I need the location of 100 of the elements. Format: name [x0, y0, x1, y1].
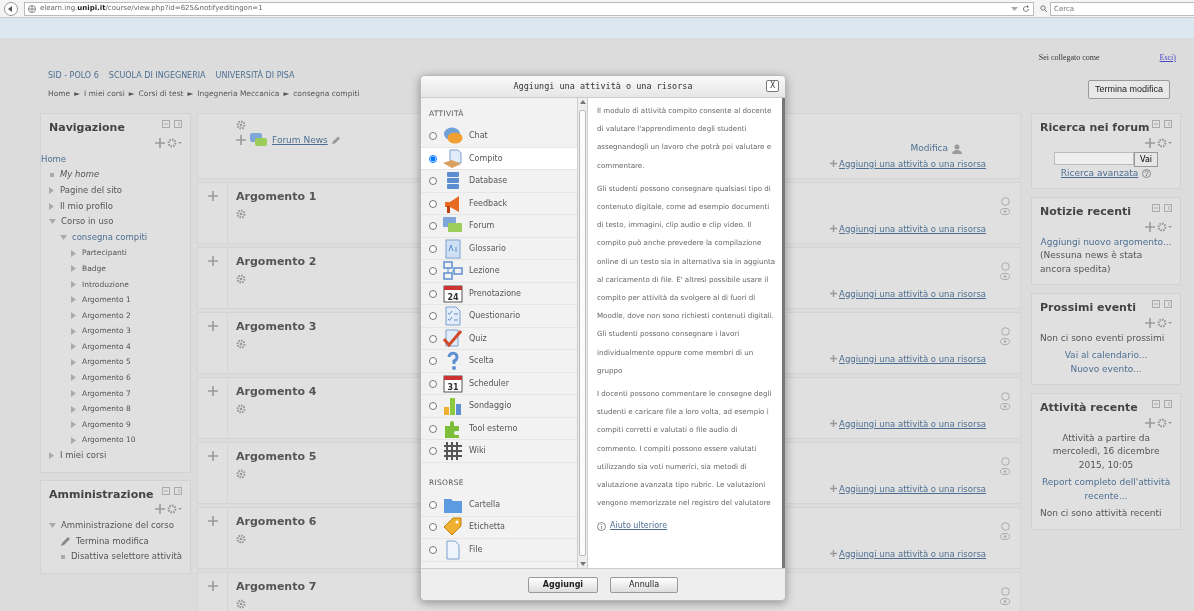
module-option[interactable]: Quiz: [421, 327, 577, 351]
radio-button[interactable]: [429, 244, 437, 253]
gear-icon[interactable]: [236, 533, 247, 544]
highlight-icon[interactable]: [1000, 262, 1010, 272]
move-icon[interactable]: [207, 451, 218, 462]
dropdown-icon[interactable]: [1011, 5, 1018, 12]
minimize-icon[interactable]: [1152, 204, 1161, 213]
expand-arrow-icon[interactable]: [49, 187, 55, 195]
header-link[interactable]: SCUOLA DI INGEGNERIA: [108, 70, 206, 82]
eye-icon[interactable]: [1000, 598, 1011, 606]
add-activity-link[interactable]: Aggiungi una attività o una risorsa: [830, 417, 987, 431]
radio-button[interactable]: [429, 154, 437, 163]
help-icon[interactable]: [1142, 169, 1152, 178]
radio-button[interactable]: [429, 424, 437, 433]
move-icon[interactable]: [207, 581, 218, 592]
expand-arrow-icon[interactable]: [49, 452, 55, 460]
expand-arrow-icon[interactable]: [71, 249, 77, 257]
module-option[interactable]: Etichetta: [421, 516, 577, 539]
highlight-icon[interactable]: [1000, 522, 1010, 532]
move-icon[interactable]: [207, 191, 218, 202]
module-option[interactable]: Cartella: [421, 494, 577, 517]
eye-icon[interactable]: [1000, 273, 1011, 281]
radio-button[interactable]: [429, 545, 437, 554]
person-icon[interactable]: [952, 144, 963, 154]
tree-item[interactable]: Home: [41, 151, 67, 168]
expand-arrow-icon[interactable]: [71, 312, 77, 319]
expand-arrow-icon[interactable]: [49, 202, 55, 210]
header-link[interactable]: SID - POLO 6: [48, 70, 99, 82]
reload-icon[interactable]: [1022, 4, 1030, 13]
module-option[interactable]: 31 Scheduler: [421, 372, 577, 396]
module-option[interactable]: Tool esterno: [421, 417, 577, 441]
collapse-arrow-icon[interactable]: [60, 234, 67, 241]
move-icon[interactable]: [1145, 317, 1156, 328]
radio-button[interactable]: [429, 267, 437, 275]
logout-link[interactable]: Esci): [1159, 52, 1176, 64]
module-option[interactable]: Sondaggio: [421, 395, 577, 418]
expand-arrow-icon[interactable]: [71, 405, 77, 413]
tree-item[interactable]: Termina modifica: [76, 533, 149, 550]
gear-icon[interactable]: [236, 403, 247, 414]
highlight-icon[interactable]: [1000, 392, 1010, 402]
move-icon[interactable]: [236, 135, 247, 146]
dock-icon[interactable]: [1164, 300, 1173, 309]
close-button[interactable]: X: [766, 80, 779, 92]
eye-icon[interactable]: [1000, 338, 1011, 346]
radio-button[interactable]: [429, 334, 437, 343]
add-activity-link[interactable]: Aggiungi una attività o una risorsa: [830, 157, 987, 171]
collapse-arrow-icon[interactable]: [49, 218, 56, 225]
highlight-icon[interactable]: [1000, 457, 1010, 467]
dialog-button[interactable]: Aggiungi: [527, 576, 599, 593]
module-option[interactable]: Scelta: [421, 350, 577, 373]
eye-icon[interactable]: [1000, 403, 1011, 411]
highlight-icon[interactable]: [1000, 587, 1010, 597]
dialog-button[interactable]: Annulla: [610, 576, 679, 593]
header-link[interactable]: UNIVERSITÀ DI PISA: [215, 70, 295, 82]
move-icon[interactable]: [155, 504, 166, 515]
radio-button[interactable]: [429, 132, 437, 140]
search-field[interactable]: [1054, 151, 1135, 165]
gear-icon[interactable]: [236, 468, 247, 479]
full-report-link[interactable]: Report completo dell'attività recente...: [1040, 476, 1173, 504]
eye-icon[interactable]: [1000, 468, 1011, 476]
highlight-icon[interactable]: [1000, 197, 1010, 207]
expand-arrow-icon[interactable]: [71, 327, 77, 335]
end-editing-button[interactable]: Termina modifica: [1087, 79, 1170, 100]
advanced-search-link[interactable]: Ricerca avanzata: [1060, 166, 1139, 181]
tree-item[interactable]: My home: [60, 167, 100, 183]
dock-icon[interactable]: [174, 120, 183, 129]
gear-menu-icon[interactable]: [167, 137, 183, 148]
module-option[interactable]: Feedback: [421, 192, 577, 216]
module-option[interactable]: Chat: [421, 125, 577, 148]
add-activity-link[interactable]: Aggiungi una attività o una risorsa: [830, 352, 987, 366]
add-activity-link[interactable]: Aggiungi una attività o una risorsa: [830, 222, 987, 236]
gear-icon[interactable]: [236, 208, 247, 219]
gear-menu-icon[interactable]: [167, 504, 183, 515]
module-option[interactable]: Glossario: [421, 237, 577, 261]
eye-icon[interactable]: [1000, 533, 1011, 541]
expand-arrow-icon[interactable]: [71, 436, 77, 444]
expand-arrow-icon[interactable]: [71, 374, 77, 382]
radio-button[interactable]: [429, 199, 437, 208]
expand-arrow-icon[interactable]: [71, 296, 77, 304]
tree-item[interactable]: Disattiva selettore attività: [71, 549, 183, 565]
eye-icon[interactable]: [1000, 208, 1011, 216]
move-icon[interactable]: [207, 516, 218, 527]
calendar-link[interactable]: Vai al calendario...: [1040, 349, 1173, 363]
dock-icon[interactable]: [174, 486, 183, 495]
radio-button[interactable]: [429, 222, 437, 230]
radio-button[interactable]: [429, 379, 437, 388]
scroll-up-icon[interactable]: [579, 100, 586, 104]
tree-item[interactable]: Il mio profilo: [60, 198, 113, 215]
gear-menu-icon[interactable]: [1157, 221, 1173, 232]
expand-arrow-icon[interactable]: [71, 265, 77, 273]
expand-arrow-icon[interactable]: [71, 343, 77, 351]
gear-menu-icon[interactable]: [1157, 317, 1173, 328]
add-activity-link[interactable]: Aggiungi una attività o una risorsa: [830, 287, 987, 301]
expand-arrow-icon[interactable]: [71, 358, 77, 366]
dock-icon[interactable]: [1164, 120, 1173, 129]
help-link[interactable]: Aiuto ulteriore: [597, 517, 776, 536]
tree-item[interactable]: consegna compiti: [72, 229, 148, 246]
add-activity-link[interactable]: Aggiungi una attività o una risorsa: [830, 547, 987, 561]
edit-menu[interactable]: Modifica: [910, 142, 949, 156]
radio-button[interactable]: [429, 357, 437, 365]
